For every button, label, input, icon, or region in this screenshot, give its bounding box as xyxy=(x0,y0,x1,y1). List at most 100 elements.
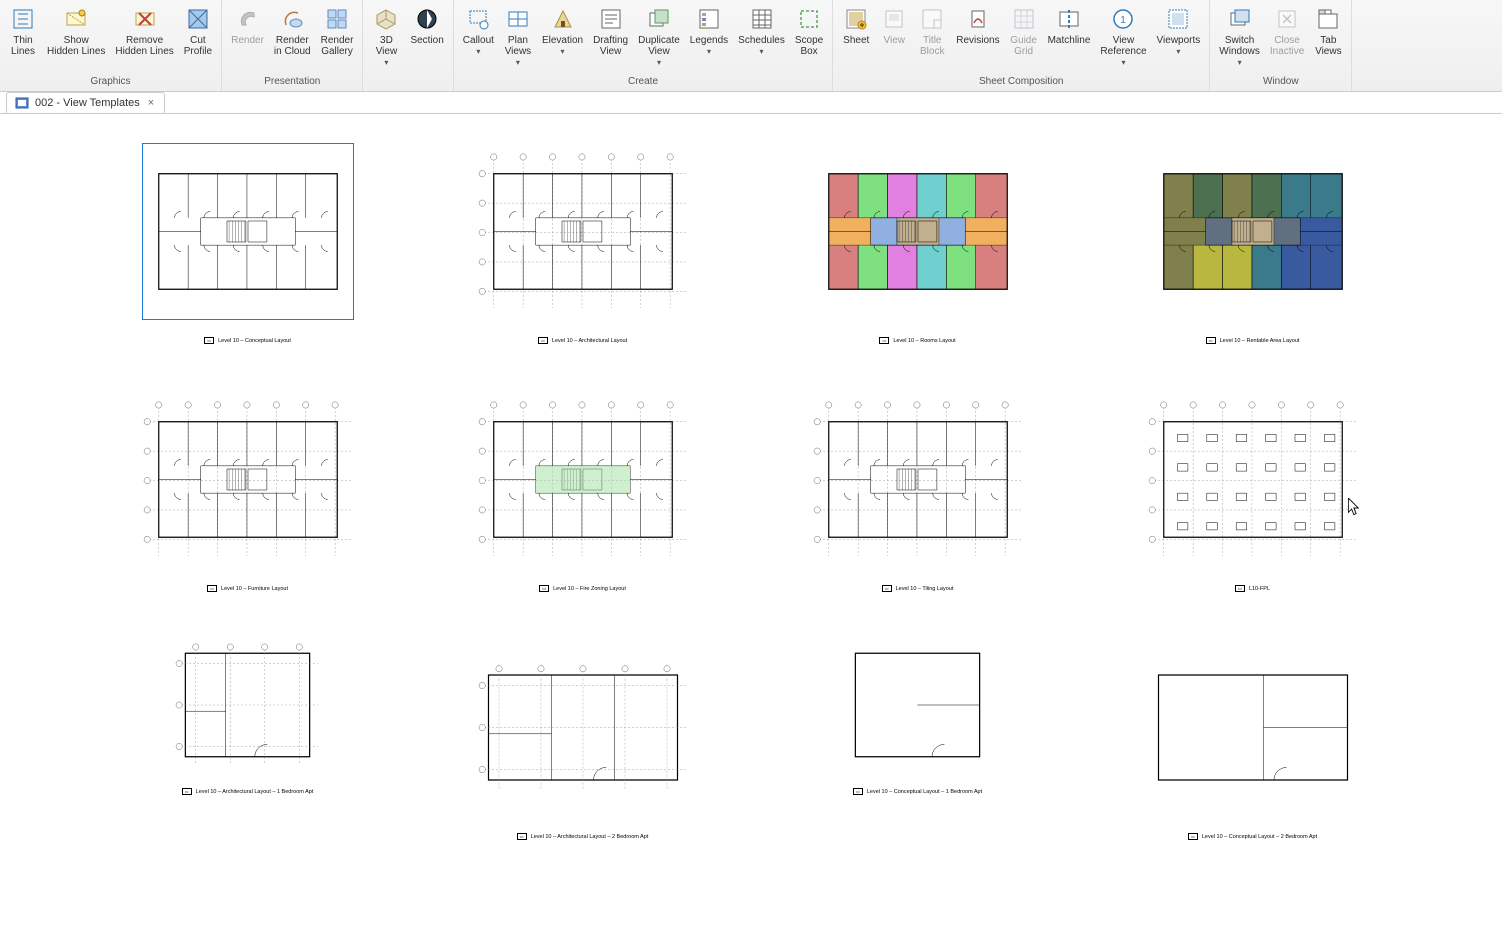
render-button: Render xyxy=(226,2,269,72)
viewports-button[interactable]: Viewports▾ xyxy=(1152,2,1206,72)
sheet-button[interactable]: Sheet xyxy=(837,2,875,72)
viewport-caption: ▭Level 10 – Conceptual Layout xyxy=(204,337,291,344)
3d-view-button[interactable]: 3D View▾ xyxy=(367,2,405,72)
button-label: Schedules xyxy=(738,35,785,46)
floorplan-viewport[interactable] xyxy=(813,392,1023,567)
floorplan-viewport[interactable] xyxy=(143,392,353,567)
viewport-cell[interactable]: ▭Level 10 – Furniture Layout xyxy=(120,392,375,632)
viewport-caption: ▭Level 10 – Architectural Layout – 1 Bed… xyxy=(182,788,314,795)
viewport-cell[interactable]: ▭Level 10 – Rentable Area Layout xyxy=(1125,144,1380,384)
ribbon-group: Callout▾Plan Views▾Elevation▾Drafting Vi… xyxy=(454,0,833,91)
dropdown-arrow-icon: ▾ xyxy=(707,47,711,56)
view-tag-icon: ▭ xyxy=(517,833,527,840)
render-gallery-button[interactable]: Render Gallery xyxy=(316,2,359,72)
drawing-canvas[interactable]: ▭Level 10 – Conceptual Layout▭Level 10 –… xyxy=(0,114,1502,950)
floorplan-viewport[interactable] xyxy=(813,144,1023,319)
button-label: View xyxy=(883,35,905,46)
view-icon xyxy=(880,5,908,33)
viewport-cell[interactable]: ▭Level 10 – Tiling Layout xyxy=(790,392,1045,632)
viewport-cell[interactable]: ▭L10-FPL xyxy=(1125,392,1380,632)
view-tag-icon: ▭ xyxy=(538,337,548,344)
floorplan-viewport[interactable] xyxy=(478,392,688,567)
floorplan-viewport[interactable] xyxy=(143,144,353,319)
floorplan-viewport[interactable] xyxy=(1148,144,1358,319)
revisions-button[interactable]: Revisions xyxy=(951,2,1004,72)
thin-lines-icon xyxy=(9,5,37,33)
viewport-cell[interactable]: ▭Level 10 – Conceptual Layout xyxy=(120,144,375,384)
document-tab-strip: 002 - View Templates × xyxy=(0,92,1502,114)
dropdown-arrow-icon: ▾ xyxy=(384,58,388,67)
duplicate-view-button[interactable]: Duplicate View▾ xyxy=(633,2,685,72)
floorplan-viewport[interactable] xyxy=(478,144,688,319)
floorplan-viewport[interactable] xyxy=(845,640,990,770)
floorplan-viewport[interactable] xyxy=(478,640,688,815)
drafting-view-icon xyxy=(597,5,625,33)
view-tag-icon: ▭ xyxy=(207,585,217,592)
viewport-cell[interactable]: ▭Level 10 – Architectural Layout xyxy=(455,144,710,384)
matchline-button[interactable]: Matchline xyxy=(1043,2,1096,72)
viewport-caption: ▭Level 10 – Conceptual Layout – 1 Bedroo… xyxy=(853,788,982,795)
button-label: Close Inactive xyxy=(1270,35,1304,57)
floorplan-viewport[interactable] xyxy=(1148,392,1358,567)
callout-button[interactable]: Callout▾ xyxy=(458,2,499,72)
section-button[interactable]: Section xyxy=(405,2,448,72)
document-tab-title: 002 - View Templates xyxy=(35,97,140,109)
button-label: Duplicate View xyxy=(638,35,680,57)
show-hidden-button[interactable]: Show Hidden Lines xyxy=(42,2,110,72)
viewport-title: Level 10 – Conceptual Layout – 2 Bedroom… xyxy=(1202,834,1317,840)
elevation-button[interactable]: Elevation▾ xyxy=(537,2,588,72)
viewport-cell[interactable]: ▭Level 10 – Conceptual Layout – 1 Bedroo… xyxy=(790,640,1045,880)
document-tab[interactable]: 002 - View Templates × xyxy=(6,92,165,113)
render-icon xyxy=(234,5,262,33)
sheet-tab-icon xyxy=(15,96,29,110)
remove-hidden-button[interactable]: Remove Hidden Lines xyxy=(110,2,178,72)
sheet-layout: ▭Level 10 – Conceptual Layout▭Level 10 –… xyxy=(120,144,1380,944)
button-label: Elevation xyxy=(542,35,583,46)
button-label: Show Hidden Lines xyxy=(47,35,105,57)
matchline-icon xyxy=(1055,5,1083,33)
button-label: Render in Cloud xyxy=(274,35,311,57)
tab-views-button[interactable]: Tab Views xyxy=(1309,2,1347,72)
button-label: Scope Box xyxy=(795,35,823,57)
viewport-cell[interactable]: ▭Level 10 – Architectural Layout – 1 Bed… xyxy=(120,640,375,880)
guide-grid-button: Guide Grid xyxy=(1005,2,1043,72)
button-label: Section xyxy=(410,35,443,46)
thin-lines-button[interactable]: Thin Lines xyxy=(4,2,42,72)
viewport-cell[interactable]: ▭Level 10 – Fire Zoning Layout xyxy=(455,392,710,632)
ribbon: Thin LinesShow Hidden LinesRemove Hidden… xyxy=(0,0,1502,92)
floorplan-viewport[interactable] xyxy=(1148,640,1358,815)
button-label: Tab Views xyxy=(1315,35,1342,57)
render-cloud-button[interactable]: Render in Cloud xyxy=(269,2,316,72)
ribbon-group-label xyxy=(367,85,448,91)
button-label: Matchline xyxy=(1048,35,1091,46)
ribbon-group: Sheet View Title Block RevisionsGuide Grid M… xyxy=(833,0,1210,91)
viewport-title: Level 10 – Architectural Layout – 1 Bedr… xyxy=(196,789,314,795)
view-tag-icon: ▭ xyxy=(853,788,863,795)
viewport-cell[interactable]: ▭Level 10 – Architectural Layout – 2 Bed… xyxy=(455,640,710,880)
dropdown-arrow-icon: ▾ xyxy=(1121,58,1125,67)
button-label: 3D View xyxy=(376,35,398,57)
viewport-title: Level 10 – Rentable Area Layout xyxy=(1220,338,1300,344)
ribbon-group: 3D View▾ Section xyxy=(363,0,453,91)
plan-views-button[interactable]: Plan Views▾ xyxy=(499,2,537,72)
view-reference-button[interactable]: View Reference▾ xyxy=(1095,2,1151,72)
view-ref-icon xyxy=(1109,5,1137,33)
button-label: Render xyxy=(231,35,264,46)
cut-profile-button[interactable]: Cut Profile xyxy=(179,2,217,72)
viewport-cell[interactable]: ▭Level 10 – Conceptual Layout – 2 Bedroo… xyxy=(1125,640,1380,880)
drafting-view-button[interactable]: Drafting View xyxy=(588,2,633,72)
switch-windows-button[interactable]: Switch Windows▾ xyxy=(1214,2,1265,72)
scope-box-button[interactable]: Scope Box xyxy=(790,2,828,72)
show-hidden-icon xyxy=(62,5,90,33)
button-label: Callout xyxy=(463,35,494,46)
floorplan-viewport[interactable] xyxy=(175,640,320,770)
schedules-button[interactable]: Schedules▾ xyxy=(733,2,790,72)
ribbon-group-label: Window xyxy=(1214,74,1347,91)
button-label: View Reference xyxy=(1100,35,1146,57)
document-tab-close[interactable]: × xyxy=(146,97,156,109)
viewport-cell[interactable]: ▭Level 10 – Rooms Layout xyxy=(790,144,1045,384)
close-inactive-button: Close Inactive xyxy=(1265,2,1309,72)
section-icon xyxy=(413,5,441,33)
button-label: Title Block xyxy=(920,35,944,57)
legends-button[interactable]: Legends▾ xyxy=(685,2,733,72)
